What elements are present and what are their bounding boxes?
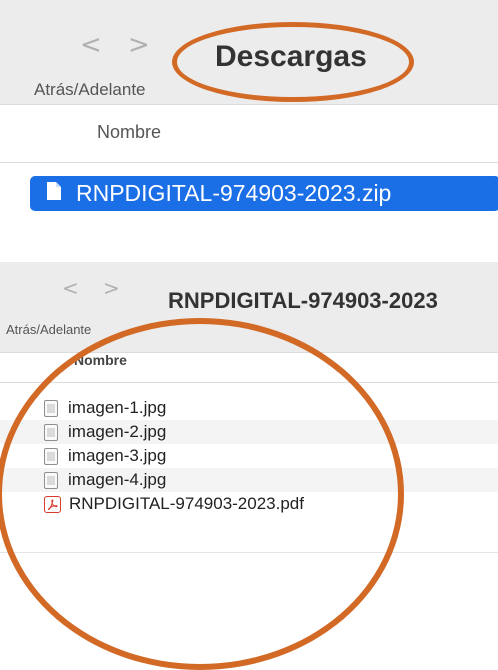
zip-file-icon	[46, 181, 62, 206]
annotation-circle	[172, 22, 414, 102]
nav-label: Atrás/Adelante	[34, 80, 146, 99]
annotation-circle	[0, 318, 404, 670]
forward-button[interactable]: >	[103, 276, 120, 300]
back-button[interactable]: <	[80, 30, 102, 60]
column-header-name[interactable]: Nombre	[97, 122, 161, 143]
window-title: RNPDIGITAL-974903-2023	[168, 288, 438, 313]
nav-label: Atrás/Adelante	[6, 322, 92, 337]
toolbar-divider	[0, 104, 498, 105]
header-divider	[0, 162, 498, 163]
selected-file-name: RNPDIGITAL-974903-2023.zip	[76, 180, 392, 206]
selected-file-row[interactable]: RNPDIGITAL-974903-2023.zip	[30, 176, 498, 211]
back-button[interactable]: <	[62, 276, 79, 300]
forward-button[interactable]: >	[128, 30, 150, 60]
